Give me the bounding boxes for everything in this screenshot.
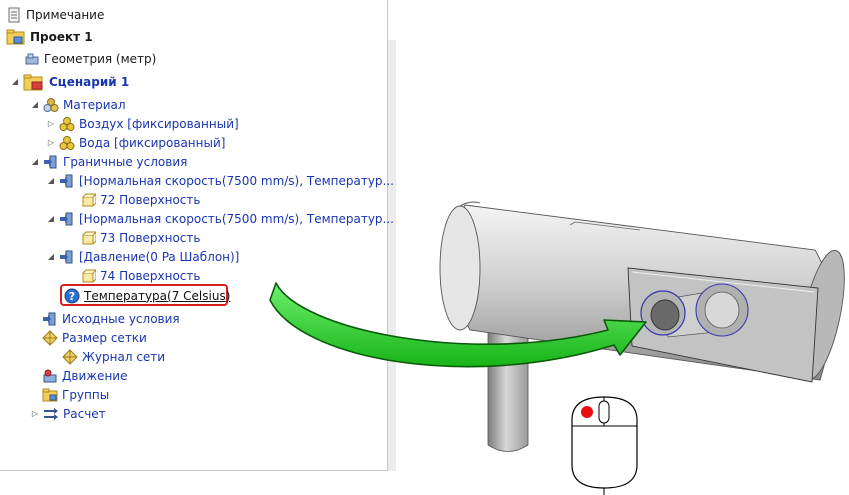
mouse-left-click-icon bbox=[571, 396, 638, 495]
model-viewport bbox=[269, 201, 845, 495]
